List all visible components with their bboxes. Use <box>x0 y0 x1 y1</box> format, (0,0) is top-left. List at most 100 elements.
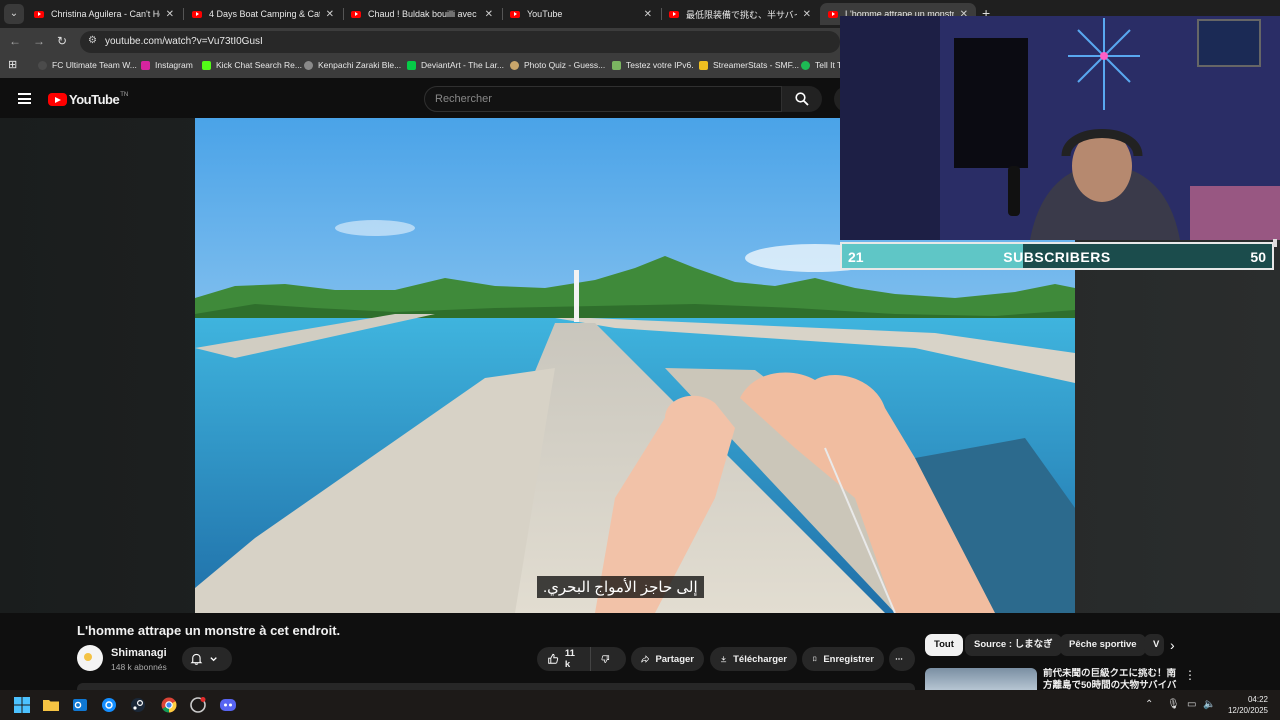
windows-taskbar: ⌃ 🎙 ▭ 🔈 04:22 12/20/2025 <box>0 690 1280 720</box>
share-icon <box>641 655 650 663</box>
search-box <box>424 86 782 112</box>
tab-title: 4 Days Boat Camping & Catching <box>209 9 320 19</box>
close-tab-icon[interactable]: ✕ <box>166 9 174 20</box>
bookmark-item[interactable]: Testez votre IPv6. <box>612 60 694 70</box>
bookmark-label: Instagram <box>155 60 193 70</box>
recommended-video-thumbnail[interactable] <box>925 668 1037 690</box>
bookmark-label: StreamerStats - SMF... <box>713 60 799 70</box>
bookmark-favicon-icon <box>38 60 47 70</box>
chrome-icon[interactable] <box>160 696 178 714</box>
download-label: Télécharger <box>733 653 787 665</box>
youtube-favicon-icon <box>351 10 361 18</box>
microphone-icon[interactable]: 🎙 <box>1167 699 1180 710</box>
apps-grid-icon[interactable]: ⊞ <box>8 58 17 71</box>
file-explorer-icon[interactable] <box>42 696 60 714</box>
youtube-wordmark: YouTube <box>69 92 120 107</box>
network-icon[interactable]: ▭ <box>1187 699 1196 710</box>
search-button[interactable] <box>782 86 822 112</box>
tray-overflow-icon[interactable]: ⌃ <box>1145 699 1153 710</box>
bookmark-favicon-icon <box>304 60 313 70</box>
menu-icon[interactable] <box>18 93 31 104</box>
bookmark-item[interactable]: Instagram <box>141 60 193 70</box>
back-arrow-icon[interactable]: ← <box>9 34 21 48</box>
bookmark-label: Kick Chat Search Re... <box>216 60 302 70</box>
bookmark-icon <box>813 656 817 662</box>
subscriber-goal-bar: 21 SUBSCRIBERS 50 <box>840 242 1274 270</box>
more-actions-button[interactable] <box>889 647 915 671</box>
youtube-favicon-icon <box>34 10 44 18</box>
bookmark-item[interactable]: Tell It T <box>801 60 842 70</box>
browser-tab[interactable]: YouTube ✕ <box>502 3 660 25</box>
chip-sport-fishing[interactable]: Pêche sportive <box>1060 634 1146 656</box>
address-url[interactable]: youtube.com/watch?v=Vu73tI0GusI <box>105 36 263 47</box>
share-button[interactable]: Partager <box>631 647 704 671</box>
bookmark-item[interactable]: DeviantArt - The Lar... <box>407 60 504 70</box>
share-label: Partager <box>655 653 694 665</box>
discord-icon[interactable] <box>219 696 237 714</box>
bookmark-label: Testez votre IPv6. <box>626 60 694 70</box>
browser-tab[interactable]: Chaud ! Buldak bouilli avec une ✕ <box>343 3 501 25</box>
windows-start-icon[interactable] <box>13 696 31 714</box>
forward-arrow-icon[interactable]: → <box>33 34 45 48</box>
bookmark-item[interactable]: Kenpachi Zaraki Ble... <box>304 60 401 70</box>
scrollbar-thumb[interactable] <box>1273 239 1277 247</box>
bookmark-item[interactable]: Photo Quiz - Guess... <box>510 60 605 70</box>
youtube-favicon-icon <box>828 10 838 18</box>
close-tab-icon[interactable]: ✕ <box>644 9 652 20</box>
tab-title: Christina Aguilera - Can't Hold Us Down <box>51 9 160 19</box>
save-button[interactable]: Enregistrer <box>802 647 884 671</box>
download-button[interactable]: Télécharger <box>710 647 797 671</box>
outlook-icon[interactable] <box>71 696 89 714</box>
bell-icon <box>190 653 203 665</box>
notification-bell-button[interactable] <box>182 647 232 671</box>
channel-name[interactable]: Shimanagi <box>111 647 167 659</box>
reload-icon[interactable]: ↻ <box>57 34 67 48</box>
bookmark-favicon-icon <box>699 60 708 70</box>
youtube-logo-icon <box>48 93 67 106</box>
browser-tab[interactable]: 4 Days Boat Camping & Catching ✕ <box>184 3 342 25</box>
clock-time: 04:22 <box>1247 695 1268 704</box>
webcam-image <box>840 16 1280 240</box>
close-tab-icon[interactable]: ✕ <box>326 9 334 20</box>
bookmark-item[interactable]: FC Ultimate Team W... <box>38 60 137 70</box>
app-icon[interactable] <box>189 696 207 714</box>
thumbs-down-icon <box>601 655 610 663</box>
tab-title: YouTube <box>527 9 563 19</box>
site-info-icon[interactable]: ⚙ <box>88 35 97 46</box>
dislike-button[interactable] <box>590 647 626 671</box>
spotify-icon <box>801 60 810 70</box>
chip-all[interactable]: Tout <box>925 634 963 656</box>
thumbs-up-icon <box>548 653 559 664</box>
volume-icon[interactable]: 🔈 <box>1203 699 1215 710</box>
like-button[interactable]: 11 k <box>537 647 590 671</box>
chevron-down-icon <box>210 657 217 662</box>
search-input[interactable] <box>425 87 781 111</box>
close-tab-icon[interactable]: ✕ <box>803 9 811 20</box>
bookmark-item[interactable]: StreamerStats - SMF... <box>699 60 799 70</box>
browser-tab[interactable]: Christina Aguilera - Can't Hold Us Down … <box>26 3 182 25</box>
recommended-video-title[interactable]: 前代未聞の巨級クエに挑む！南方離島で50時間の大物サバイバル <box>1043 668 1178 690</box>
search-icon <box>795 92 809 106</box>
deviantart-icon <box>407 60 416 70</box>
chip-next-category[interactable]: V <box>1144 634 1164 656</box>
youtube-favicon-icon <box>669 10 679 18</box>
battlenet-icon[interactable] <box>100 696 118 714</box>
bookmark-item[interactable]: Kick Chat Search Re... <box>202 60 302 70</box>
download-icon <box>721 656 727 663</box>
chip-source[interactable]: Source : しまなぎ <box>965 634 1062 656</box>
chevron-right-icon[interactable]: › <box>1170 637 1175 653</box>
tab-search-button[interactable]: ⌄ <box>4 4 24 24</box>
channel-avatar[interactable] <box>77 645 103 671</box>
more-vertical-icon[interactable]: ⋮ <box>1184 668 1196 682</box>
browser-tab[interactable]: 最低限装備で挑む、半サバイバル生活 ✕ <box>661 3 819 25</box>
system-clock[interactable]: 04:22 12/20/2025 <box>1220 694 1268 716</box>
bookmark-label: Tell It T <box>815 60 843 70</box>
youtube-logo[interactable]: YouTube TN <box>48 92 128 107</box>
address-bar[interactable]: ⚙ youtube.com/watch?v=Vu73tI0GusI <box>80 31 840 53</box>
youtube-header: YouTube TN <box>0 80 860 118</box>
instagram-icon <box>141 60 150 70</box>
steam-icon[interactable] <box>129 696 147 714</box>
like-count: 11 k <box>564 648 575 670</box>
close-tab-icon[interactable]: ✕ <box>485 9 493 20</box>
bookmark-label: Kenpachi Zaraki Ble... <box>318 60 402 70</box>
